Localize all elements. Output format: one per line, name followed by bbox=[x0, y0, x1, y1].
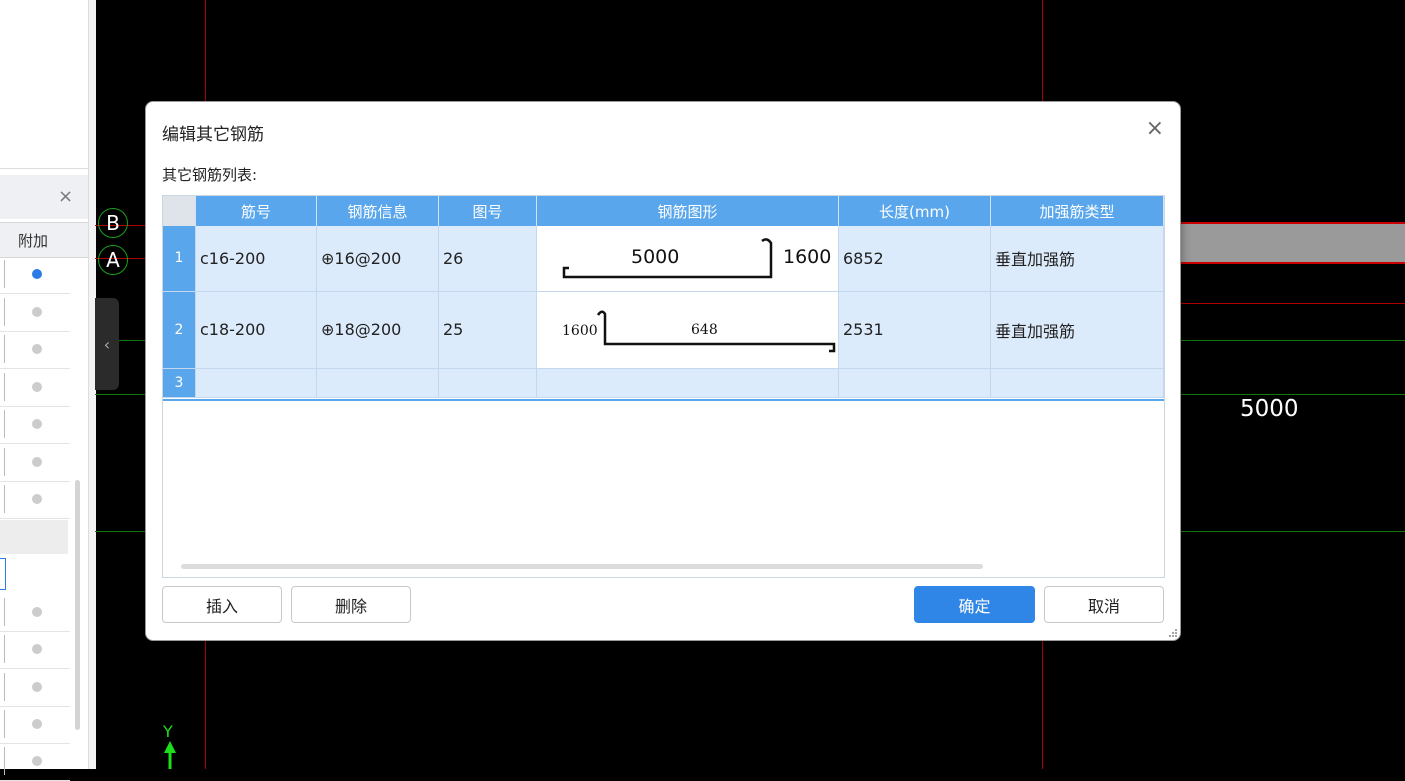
length-cell[interactable]: 6852 bbox=[838, 226, 991, 292]
shape-dim-label: 1600 bbox=[562, 322, 598, 339]
bar-no-cell[interactable]: c16-200 bbox=[195, 226, 317, 292]
horizontal-scrollbar[interactable] bbox=[181, 564, 983, 569]
bar-info-cell[interactable]: ⊕18@200 bbox=[316, 291, 439, 369]
column-header[interactable]: 长度(mm) bbox=[838, 196, 991, 226]
length-cell[interactable]: 2531 bbox=[838, 291, 991, 369]
column-header[interactable]: 筋号 bbox=[195, 196, 317, 226]
property-row bbox=[0, 369, 70, 407]
attach-radio[interactable] bbox=[32, 307, 42, 317]
edit-other-rebar-dialog: 编辑其它钢筋 × 其它钢筋列表: 筋号 钢筋信息 图号 钢筋图形 长度(mm) … bbox=[145, 101, 1181, 641]
table-row[interactable]: 1 c16-200 ⊕16@200 26 5000 1600 6852 垂直加强… bbox=[163, 226, 1164, 292]
attach-radio[interactable] bbox=[32, 419, 42, 429]
attach-radio[interactable] bbox=[32, 682, 42, 692]
rebar-list-label: 其它钢筋列表: bbox=[162, 166, 258, 184]
property-panel-header bbox=[0, 175, 88, 219]
figure-no-cell[interactable] bbox=[438, 368, 537, 398]
attach-radio[interactable] bbox=[32, 494, 42, 504]
attach-radio[interactable] bbox=[32, 607, 42, 617]
resize-grip-icon[interactable] bbox=[1168, 628, 1178, 638]
row-number[interactable]: 1 bbox=[163, 226, 196, 292]
delete-button[interactable]: 删除 bbox=[291, 586, 411, 623]
property-row bbox=[0, 256, 70, 294]
attach-radio[interactable] bbox=[32, 269, 42, 279]
property-row bbox=[0, 631, 70, 669]
attach-radio[interactable] bbox=[32, 719, 42, 729]
property-row bbox=[0, 481, 70, 519]
bar-info-cell[interactable]: ⊕16@200 bbox=[316, 226, 439, 292]
axis-badge-b: B bbox=[98, 208, 128, 238]
ok-button[interactable]: 确定 bbox=[914, 586, 1035, 623]
collapse-panel-tab[interactable]: ‹ bbox=[95, 298, 119, 390]
cancel-button[interactable]: 取消 bbox=[1044, 586, 1164, 623]
attach-radio[interactable] bbox=[32, 756, 42, 766]
bar-shape-drawing: 1600 648 bbox=[537, 292, 837, 368]
column-header[interactable]: 图号 bbox=[438, 196, 537, 226]
dialog-title: 编辑其它钢筋 bbox=[162, 125, 264, 145]
figure-no-cell[interactable]: 25 bbox=[438, 291, 537, 369]
axis-badge-a: A bbox=[98, 245, 128, 275]
column-header[interactable]: 钢筋信息 bbox=[316, 196, 439, 226]
property-scrollbar[interactable] bbox=[75, 480, 80, 730]
property-row bbox=[0, 669, 70, 707]
y-axis-indicator: Y bbox=[160, 722, 180, 769]
bar-shape-cell[interactable]: 1600 648 bbox=[536, 291, 839, 369]
close-icon[interactable]: × bbox=[1146, 116, 1164, 141]
table-row[interactable]: 2 c18-200 ⊕18@200 25 1600 648 2531 垂直加强筋 bbox=[163, 291, 1164, 369]
property-row bbox=[0, 594, 70, 632]
dimension-label: 5000 bbox=[1240, 396, 1299, 422]
bar-no-cell[interactable] bbox=[195, 368, 317, 398]
attach-radio[interactable] bbox=[32, 457, 42, 467]
attach-radio[interactable] bbox=[32, 644, 42, 654]
close-icon[interactable]: × bbox=[58, 186, 73, 207]
column-header-attach: 附加 bbox=[18, 232, 49, 250]
row-number[interactable]: 2 bbox=[163, 291, 196, 369]
wall-beam[interactable] bbox=[1180, 222, 1405, 264]
grid-line bbox=[1180, 303, 1405, 304]
table-divider bbox=[163, 399, 1164, 401]
table-row[interactable]: 3 bbox=[163, 368, 1164, 398]
type-cell[interactable]: 垂直加强筋 bbox=[990, 291, 1164, 369]
property-panel-top bbox=[0, 0, 88, 169]
property-row bbox=[0, 331, 70, 369]
property-row bbox=[0, 706, 70, 744]
bar-shape-drawing: 5000 1600 bbox=[537, 227, 837, 290]
length-cell[interactable] bbox=[838, 368, 991, 398]
insert-button[interactable]: 插入 bbox=[162, 586, 282, 623]
property-row bbox=[0, 294, 70, 332]
type-cell[interactable]: 垂直加强筋 bbox=[990, 226, 1164, 292]
y-axis-arrow-icon bbox=[164, 741, 176, 769]
row-number[interactable]: 3 bbox=[163, 368, 196, 398]
shape-dim-label: 5000 bbox=[631, 245, 680, 268]
shape-dim-label: 648 bbox=[691, 321, 718, 338]
column-header[interactable]: 加强筋类型 bbox=[990, 196, 1164, 226]
property-selected-cell[interactable] bbox=[0, 558, 6, 590]
bar-shape-cell[interactable] bbox=[536, 368, 839, 398]
table-header-row: 筋号 钢筋信息 图号 钢筋图形 长度(mm) 加强筋类型 bbox=[163, 196, 1164, 226]
bar-no-cell[interactable]: c18-200 bbox=[195, 291, 317, 369]
rebar-grid: 筋号 钢筋信息 图号 钢筋图形 长度(mm) 加强筋类型 1 c16-200 ⊕… bbox=[163, 196, 1164, 398]
chevron-left-icon: ‹ bbox=[103, 334, 111, 354]
column-header[interactable]: 钢筋图形 bbox=[536, 196, 839, 226]
bar-info-cell[interactable] bbox=[316, 368, 439, 398]
header-corner[interactable] bbox=[163, 196, 196, 226]
type-cell[interactable] bbox=[990, 368, 1164, 398]
figure-no-cell[interactable]: 26 bbox=[438, 226, 537, 292]
property-group-row[interactable] bbox=[0, 520, 68, 554]
property-row bbox=[0, 444, 70, 482]
shape-dim-label: 1600 bbox=[783, 245, 832, 268]
property-panel: × 附加 bbox=[0, 0, 88, 781]
property-row bbox=[0, 743, 70, 781]
attach-radio[interactable] bbox=[32, 382, 42, 392]
attach-radio[interactable] bbox=[32, 344, 42, 354]
rebar-table: 筋号 钢筋信息 图号 钢筋图形 长度(mm) 加强筋类型 1 c16-200 ⊕… bbox=[162, 195, 1165, 578]
property-row bbox=[0, 406, 70, 444]
bar-shape-cell[interactable]: 5000 1600 bbox=[536, 226, 839, 292]
